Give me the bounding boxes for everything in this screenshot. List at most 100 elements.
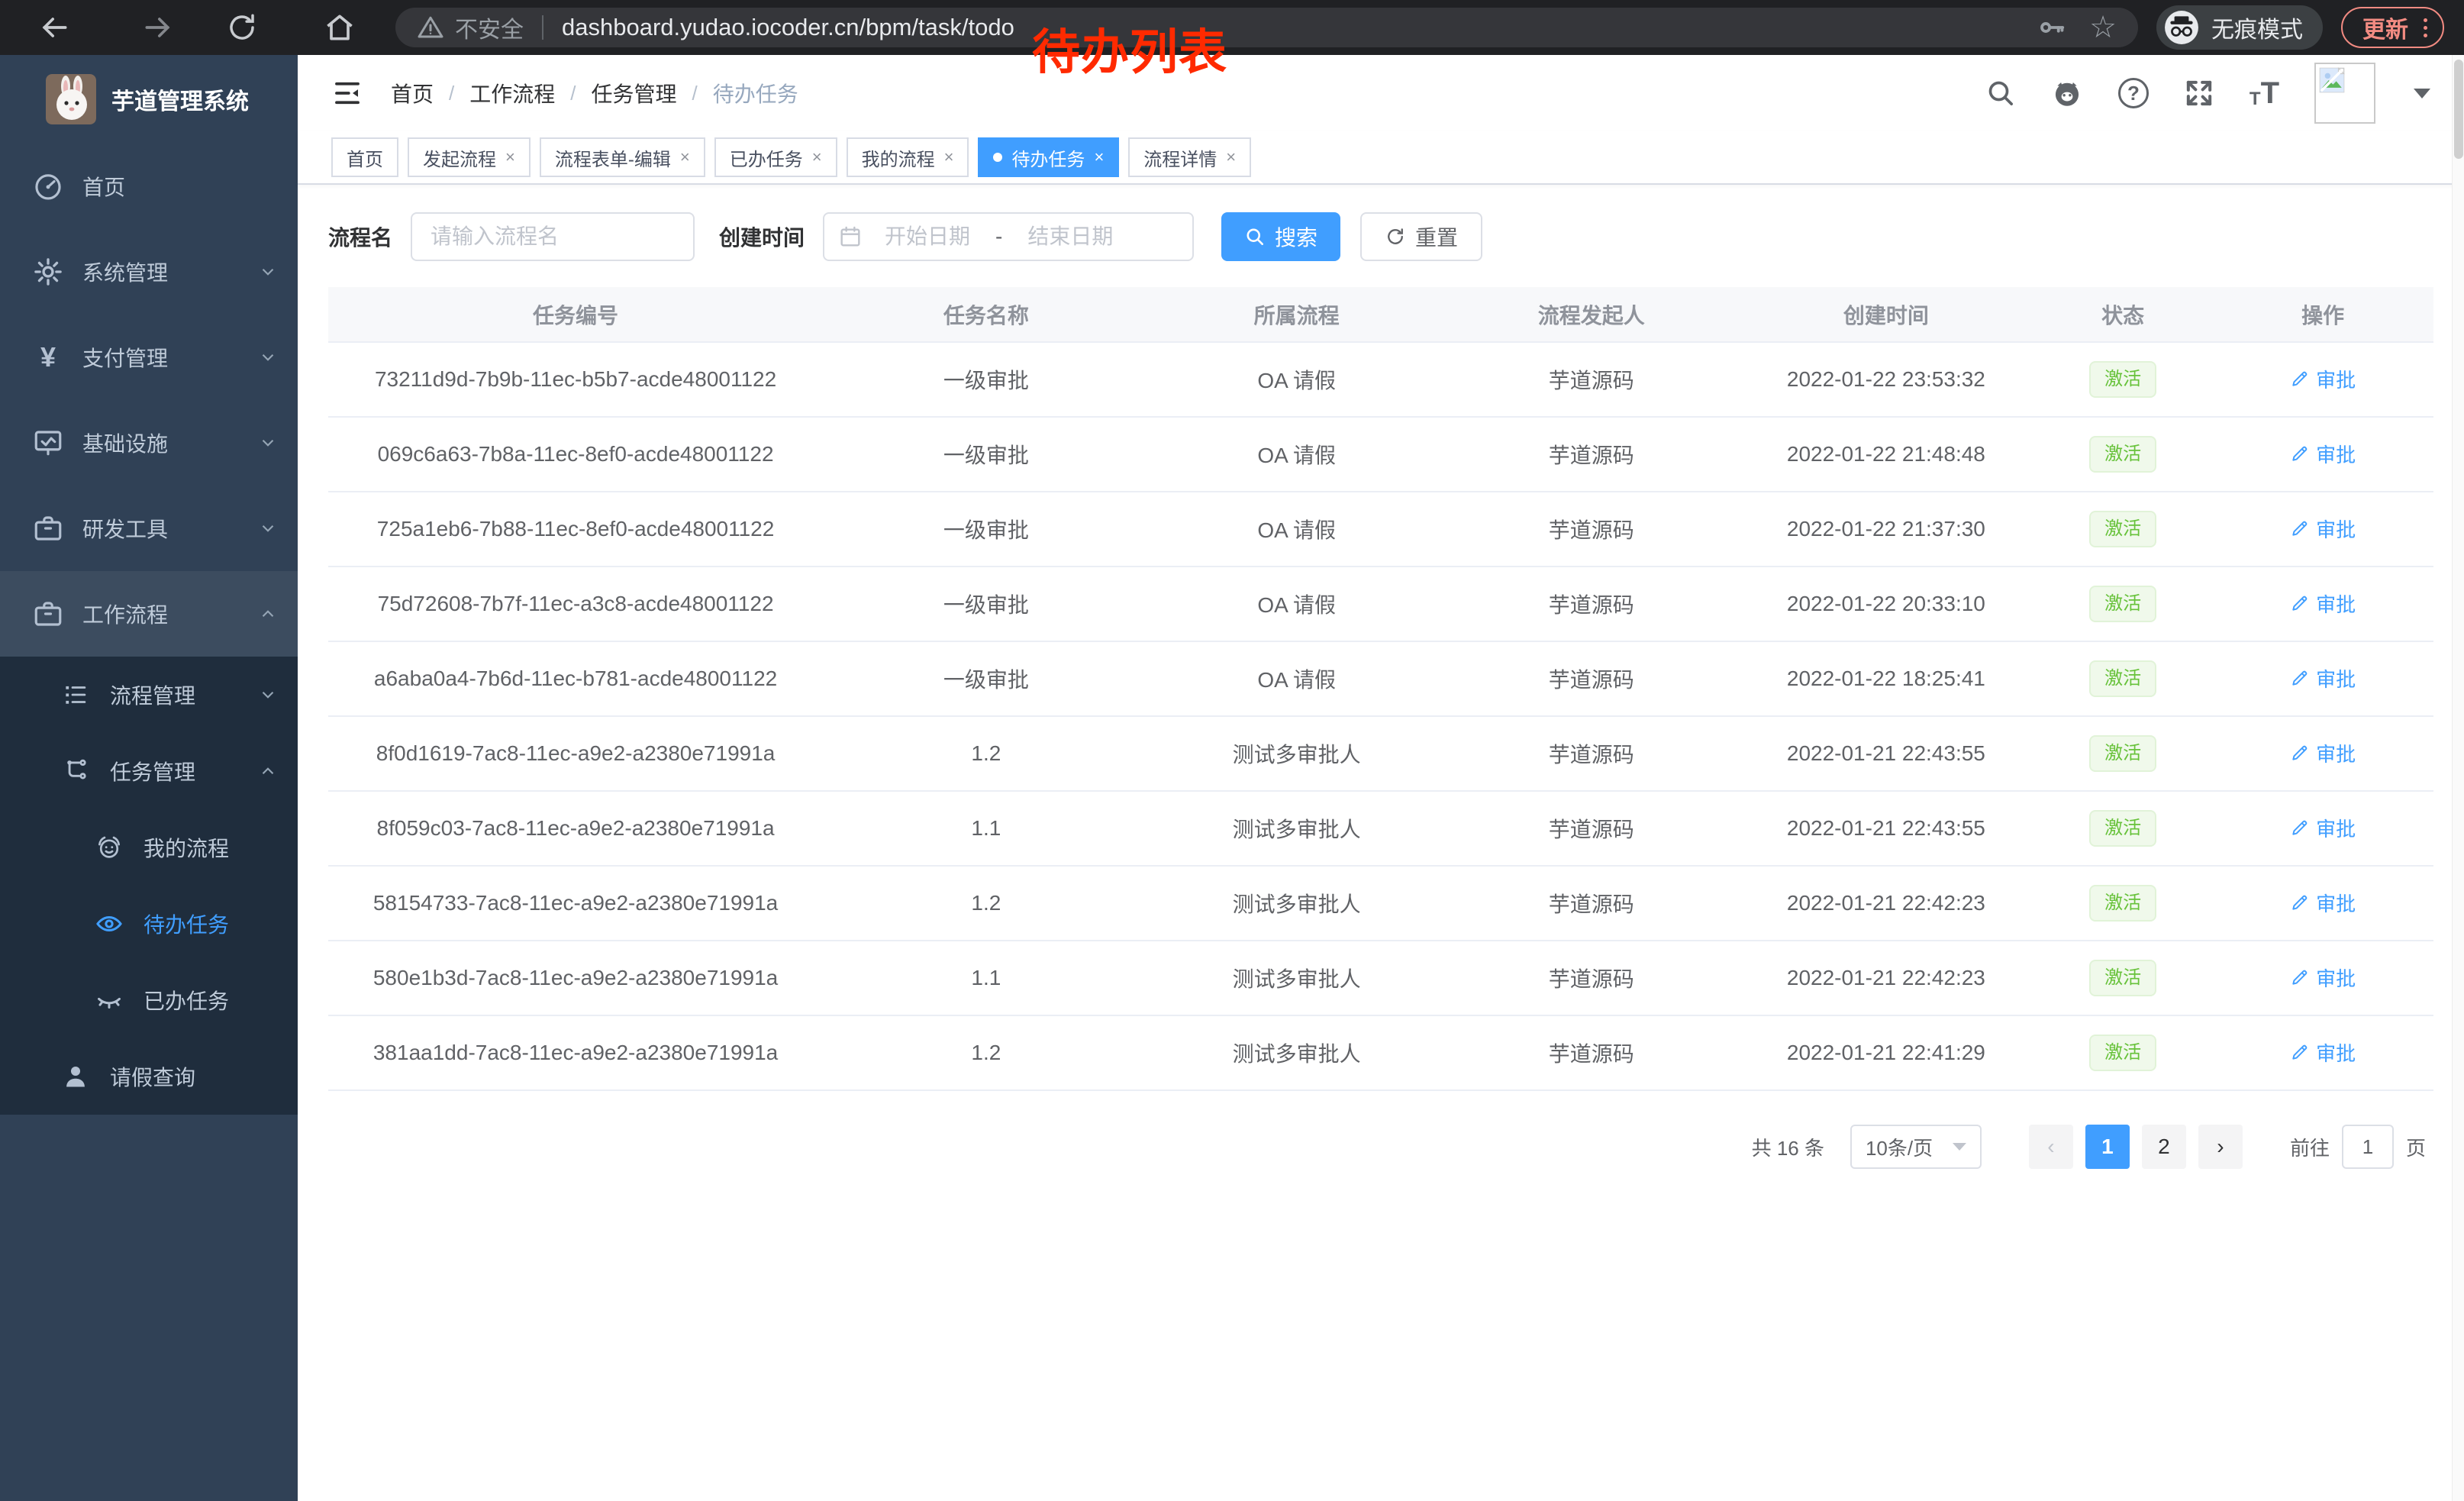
sidebar-item-dev-tools[interactable]: 研发工具 <box>0 486 298 571</box>
browser-back-icon[interactable] <box>37 10 72 45</box>
edit-pencil-icon <box>2290 818 2310 838</box>
sidebar-item-payment[interactable]: ¥ 支付管理 <box>0 315 298 400</box>
browser-forward-icon[interactable] <box>140 10 176 45</box>
edit-pencil-icon <box>2290 743 2310 763</box>
next-page-button[interactable]: › <box>2198 1125 2243 1169</box>
sidebar-item-system[interactable]: 系统管理 <box>0 229 298 315</box>
approve-button[interactable]: 审批 <box>2290 964 2356 992</box>
breadcrumb-workflow[interactable]: 工作流程 <box>469 78 555 108</box>
sidebar-item-todo-tasks[interactable]: 待办任务 <box>0 886 298 962</box>
tab-process-detail[interactable]: 流程详情× <box>1128 137 1251 177</box>
browser-menu-icon[interactable] <box>2424 18 2427 37</box>
approve-button[interactable]: 审批 <box>2290 365 2356 393</box>
tab-home[interactable]: 首页 <box>331 137 398 177</box>
github-icon[interactable] <box>2051 77 2083 109</box>
edit-pencil-icon <box>2290 967 2310 987</box>
close-icon[interactable]: × <box>505 147 515 167</box>
sidebar-item-workflow[interactable]: 工作流程 <box>0 571 298 657</box>
edit-pencil-icon <box>2290 369 2310 389</box>
cell-status: 激活 <box>2033 716 2212 791</box>
end-date-input[interactable] <box>1005 224 1135 249</box>
table-row: 580e1b3d-7ac8-11ec-a9e2-a2380e71991a 1.1… <box>328 941 2433 1015</box>
avatar-caret-icon[interactable] <box>2414 89 2430 98</box>
sidebar-item-done-tasks[interactable]: 已办任务 <box>0 962 298 1038</box>
edit-pencil-icon <box>2290 444 2310 463</box>
page-button-1[interactable]: 1 <box>2085 1125 2130 1169</box>
cell-task-id: 8f0d1619-7ac8-11ec-a9e2-a2380e71991a <box>328 716 823 791</box>
tab-todo-tasks[interactable]: 待办任务× <box>978 137 1119 177</box>
topbar: 首页 / 工作流程 / 任务管理 / 待办任务 ? TT <box>298 55 2464 131</box>
close-icon[interactable]: × <box>812 147 822 167</box>
tab-start-process[interactable]: 发起流程× <box>408 137 531 177</box>
process-name-input[interactable] <box>411 212 695 261</box>
sidebar-item-process-management[interactable]: 流程管理 <box>0 657 298 733</box>
cell-initiator: 芋道源码 <box>1444 342 1739 417</box>
sidebar-item-task-management[interactable]: 任务管理 <box>0 733 298 809</box>
close-icon[interactable]: × <box>944 147 954 167</box>
bookmark-star-icon[interactable]: ☆ <box>2089 12 2117 43</box>
pagination-total: 共 16 条 <box>1752 1133 1824 1161</box>
cell-process: 测试多审批人 <box>1150 791 1444 866</box>
chevron-down-icon <box>258 347 278 367</box>
password-key-icon[interactable] <box>2037 13 2066 42</box>
page-button-2[interactable]: 2 <box>2142 1125 2186 1169</box>
search-button[interactable]: 搜索 <box>1221 212 1340 261</box>
table-row: 58154733-7ac8-11ec-a9e2-a2380e71991a 1.2… <box>328 866 2433 941</box>
cell-status: 激活 <box>2033 791 2212 866</box>
logo-image <box>46 74 96 124</box>
cell-created: 2022-01-22 21:37:30 <box>1739 492 2033 567</box>
approve-button[interactable]: 审批 <box>2290 664 2356 692</box>
close-icon[interactable]: × <box>680 147 690 167</box>
approve-button[interactable]: 审批 <box>2290 440 2356 468</box>
help-icon[interactable]: ? <box>2118 78 2149 108</box>
approve-button[interactable]: 审批 <box>2290 1038 2356 1067</box>
scrollbar-thumb[interactable] <box>2454 60 2463 159</box>
cell-task-name: 1.2 <box>823 716 1149 791</box>
approve-button[interactable]: 审批 <box>2290 814 2356 842</box>
approve-button[interactable]: 审批 <box>2290 589 2356 618</box>
sidebar-collapse-icon[interactable] <box>331 77 363 109</box>
sidebar-item-home[interactable]: 首页 <box>0 144 298 229</box>
tab-done-tasks[interactable]: 已办任务× <box>714 137 837 177</box>
browser-refresh-icon[interactable] <box>224 10 260 45</box>
approve-button[interactable]: 审批 <box>2290 515 2356 543</box>
url-text[interactable]: dashboard.yudao.iocoder.cn/bpm/task/todo <box>562 14 2022 41</box>
font-size-icon[interactable]: TT <box>2250 78 2279 108</box>
status-badge: 激活 <box>2089 511 2156 548</box>
start-date-input[interactable] <box>863 224 992 249</box>
address-bar[interactable]: 不安全 dashboard.yudao.iocoder.cn/bpm/task/… <box>395 8 2138 47</box>
reset-button[interactable]: 重置 <box>1360 212 1482 261</box>
browser-update-button[interactable]: 更新 <box>2341 7 2444 48</box>
approve-button[interactable]: 审批 <box>2290 739 2356 767</box>
approve-button[interactable]: 审批 <box>2290 889 2356 917</box>
sidebar-item-infrastructure[interactable]: 基础设施 <box>0 400 298 486</box>
sidebar-item-my-process[interactable]: 我的流程 <box>0 809 298 886</box>
goto-page-input[interactable] <box>2342 1125 2394 1169</box>
chevron-down-icon <box>258 685 278 705</box>
goto-unit: 页 <box>2406 1133 2426 1161</box>
fullscreen-icon[interactable] <box>2184 78 2214 108</box>
col-task-name: 任务名称 <box>823 287 1149 342</box>
security-warning-icon[interactable] <box>417 14 444 41</box>
prev-page-button[interactable]: ‹ <box>2029 1125 2073 1169</box>
page-size-select[interactable]: 10条/页 <box>1850 1125 1982 1169</box>
cell-process: OA 请假 <box>1150 492 1444 567</box>
scrollbar[interactable] <box>2452 55 2464 1501</box>
breadcrumb-home[interactable]: 首页 <box>391 78 434 108</box>
sidebar-item-leave-query[interactable]: 请假查询 <box>0 1038 298 1115</box>
cell-initiator: 芋道源码 <box>1444 866 1739 941</box>
search-icon[interactable] <box>1985 78 2016 108</box>
tab-form-edit[interactable]: 流程表单-编辑× <box>540 137 705 177</box>
close-icon[interactable]: × <box>1226 147 1236 167</box>
cell-actions: 审批 <box>2212 492 2433 567</box>
tab-my-process[interactable]: 我的流程× <box>847 137 969 177</box>
avatar[interactable] <box>2314 63 2375 124</box>
cell-status: 激活 <box>2033 567 2212 641</box>
breadcrumb-task-management[interactable]: 任务管理 <box>592 78 677 108</box>
date-range-picker[interactable]: - <box>823 212 1194 261</box>
close-icon[interactable]: × <box>1094 147 1104 167</box>
cell-actions: 审批 <box>2212 417 2433 492</box>
cell-process: 测试多审批人 <box>1150 866 1444 941</box>
browser-home-icon[interactable] <box>322 10 357 45</box>
goto-label: 前往 <box>2290 1133 2330 1161</box>
